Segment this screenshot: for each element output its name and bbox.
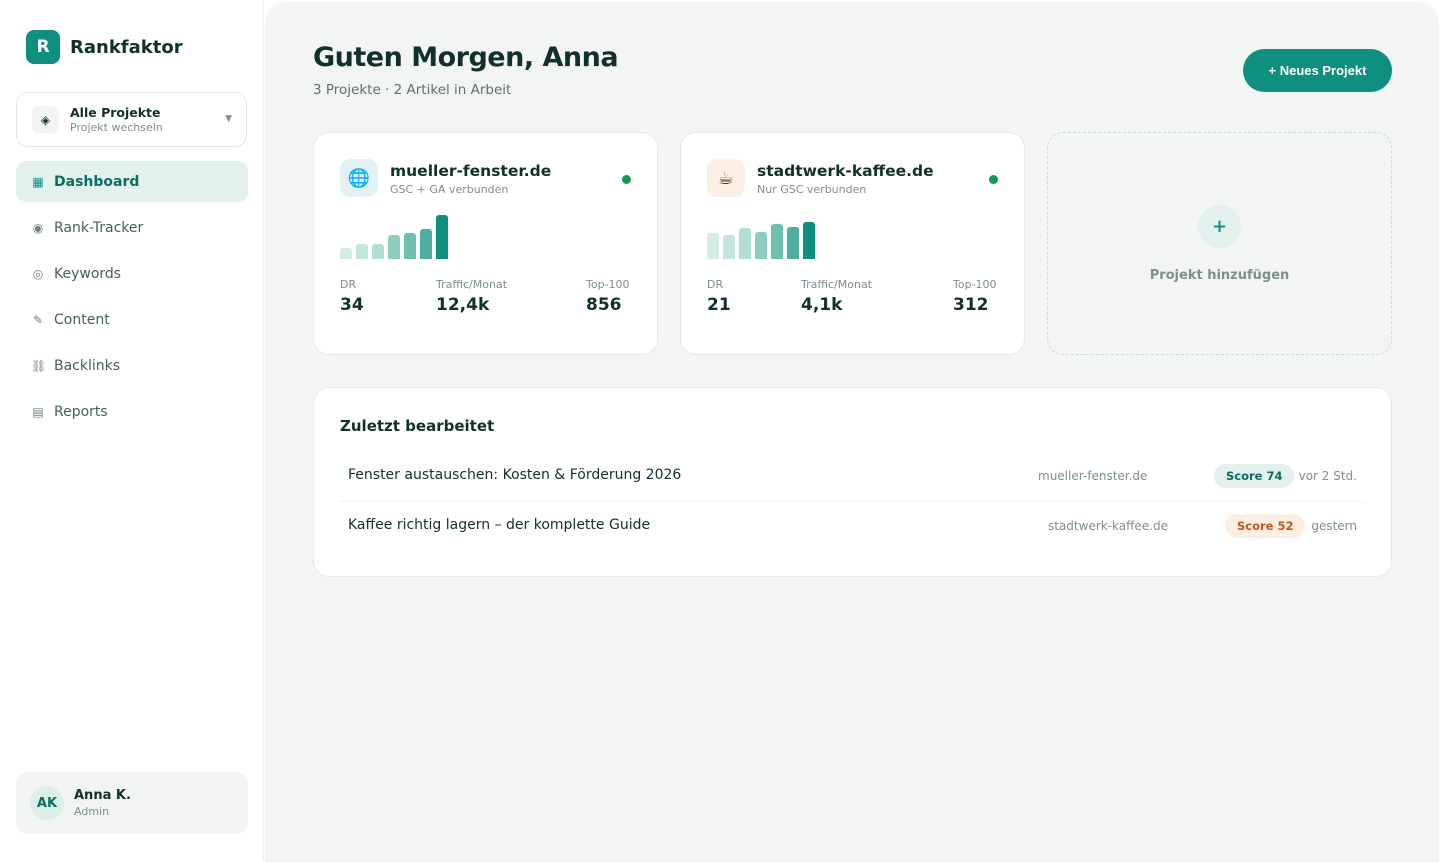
trend-bar bbox=[723, 235, 735, 259]
status-indicator bbox=[622, 175, 631, 184]
user-role: Admin bbox=[74, 805, 110, 819]
metric-label-dr: DR bbox=[340, 278, 357, 291]
pencil-icon: ✎ bbox=[32, 312, 44, 327]
sidebar-item-reports[interactable]: ▤ Reports bbox=[16, 391, 248, 432]
article-time: vor 2 Std. bbox=[1298, 469, 1357, 483]
metric-value-traffic: 12,4k bbox=[436, 295, 490, 315]
new-project-button[interactable]: + Neues Projekt bbox=[1243, 49, 1392, 92]
layers-icon: ◈ bbox=[32, 106, 59, 133]
sidebar-item-label: Backlinks bbox=[54, 357, 121, 374]
article-site: stadtwerk-kaffee.de bbox=[1048, 519, 1168, 533]
article-site: mueller-fenster.de bbox=[1038, 469, 1148, 483]
sidebar-item-backlinks[interactable]: ⛓ Backlinks bbox=[16, 345, 248, 386]
metric-label-top100: Top-100 bbox=[953, 278, 997, 291]
metric-value-dr: 21 bbox=[707, 295, 731, 315]
trend-bar bbox=[388, 235, 400, 259]
article-time: gestern bbox=[1311, 519, 1357, 533]
page-title: Guten Morgen, Anna bbox=[313, 42, 619, 73]
trend-bar bbox=[803, 222, 815, 259]
sidebar-item-label: Reports bbox=[54, 403, 108, 420]
trend-bar bbox=[372, 244, 384, 259]
project-card-mueller-fenster[interactable]: 🌐 mueller-fenster.de GSC + GA verbunden … bbox=[313, 132, 658, 355]
trend-bar bbox=[420, 229, 432, 259]
list-item[interactable]: Fenster austauschen: Kosten & Förderung … bbox=[340, 452, 1365, 502]
metric-label-top100: Top-100 bbox=[586, 278, 630, 291]
project-name: mueller-fenster.de bbox=[390, 162, 552, 180]
sidebar-item-rank-tracker[interactable]: ◉ Rank-Tracker bbox=[16, 207, 248, 248]
article-title: Fenster austauschen: Kosten & Förderung … bbox=[348, 467, 682, 483]
page-subtitle: 3 Projekte · 2 Artikel in Arbeit bbox=[313, 82, 512, 98]
user-name: Anna K. bbox=[74, 787, 131, 803]
article-title: Kaffee richtig lagern – der komplette Gu… bbox=[348, 517, 651, 533]
chevron-down-icon: ▼ bbox=[225, 114, 232, 124]
avatar: AK bbox=[30, 786, 64, 820]
coffee-icon: ☕ bbox=[707, 159, 745, 197]
user-info: Anna K. Admin bbox=[74, 788, 131, 819]
sidebar-nav: ▦ Dashboard ◉ Rank-Tracker ◎ Keywords ✎ … bbox=[16, 161, 248, 437]
project-switcher-text: Alle Projekte Projekt wechseln bbox=[70, 105, 163, 134]
add-project-card[interactable]: + Projekt hinzufügen bbox=[1047, 132, 1392, 355]
plus-icon: + bbox=[1198, 204, 1241, 248]
project-switcher-subtitle: Projekt wechseln bbox=[70, 120, 163, 134]
trend-bar bbox=[771, 224, 783, 259]
report-icon: ▤ bbox=[32, 404, 44, 419]
trend-sparkline bbox=[707, 213, 819, 259]
score-badge: Score 52 bbox=[1225, 514, 1306, 538]
metric-value-top100: 312 bbox=[953, 295, 989, 315]
add-project-label: Projekt hinzufügen bbox=[1149, 267, 1290, 283]
project-connection: GSC + GA verbunden bbox=[390, 183, 509, 196]
project-switcher-title: Alle Projekte bbox=[70, 104, 161, 120]
sidebar-item-label: Keywords bbox=[54, 265, 122, 282]
trend-bar bbox=[707, 233, 719, 259]
score-badge: Score 74 bbox=[1214, 464, 1295, 488]
metric-value-traffic: 4,1k bbox=[801, 295, 843, 315]
globe-icon: 🌐 bbox=[340, 159, 378, 197]
brand-logo: R bbox=[26, 30, 60, 64]
metric-value-top100: 856 bbox=[586, 295, 622, 315]
sidebar-item-label: Rank-Tracker bbox=[54, 219, 144, 236]
main-content: Guten Morgen, Anna 3 Projekte · 2 Artike… bbox=[265, 2, 1439, 862]
project-switcher[interactable]: ◈ Alle Projekte Projekt wechseln ▼ bbox=[16, 92, 247, 147]
trend-bar bbox=[787, 227, 799, 259]
user-card[interactable]: AK Anna K. Admin bbox=[16, 772, 248, 834]
trend-bar bbox=[755, 232, 767, 259]
trend-bar bbox=[436, 215, 448, 259]
project-connection: Nur GSC verbunden bbox=[757, 183, 867, 196]
trend-bar bbox=[739, 228, 751, 259]
sidebar-item-keywords[interactable]: ◎ Keywords bbox=[16, 253, 248, 294]
trend-bar bbox=[404, 233, 416, 259]
recent-articles-panel: Zuletzt bearbeitet Fenster austauschen: … bbox=[313, 387, 1392, 577]
metric-label-traffic: Traffic/Monat bbox=[436, 278, 508, 291]
sidebar-item-label: Dashboard bbox=[54, 173, 140, 190]
recent-title: Zuletzt bearbeitet bbox=[340, 417, 495, 435]
sidebar-item-label: Content bbox=[54, 311, 110, 328]
metric-value-dr: 34 bbox=[340, 295, 364, 315]
trend-sparkline bbox=[340, 213, 452, 259]
status-indicator bbox=[989, 175, 998, 184]
project-card-stadtwerk-kaffee[interactable]: ☕ stadtwerk-kaffee.de Nur GSC verbunden … bbox=[680, 132, 1025, 355]
target-icon: ◉ bbox=[32, 220, 44, 235]
brand-name: Rankfaktor bbox=[70, 36, 183, 58]
project-name: stadtwerk-kaffee.de bbox=[757, 162, 934, 180]
circle-icon: ◎ bbox=[32, 266, 44, 281]
link-icon: ⛓ bbox=[31, 358, 47, 373]
trend-bar bbox=[356, 244, 368, 259]
trend-bar bbox=[340, 248, 352, 259]
list-item[interactable]: Kaffee richtig lagern – der komplette Gu… bbox=[340, 502, 1365, 552]
metric-label-traffic: Traffic/Monat bbox=[801, 278, 873, 291]
sidebar-item-content[interactable]: ✎ Content bbox=[16, 299, 248, 340]
brand[interactable]: R Rankfaktor bbox=[26, 30, 183, 64]
grid-icon: ▦ bbox=[32, 174, 44, 189]
sidebar: R Rankfaktor ◈ Alle Projekte Projekt wec… bbox=[0, 0, 264, 862]
sidebar-item-dashboard[interactable]: ▦ Dashboard bbox=[16, 161, 248, 202]
metric-label-dr: DR bbox=[707, 278, 724, 291]
